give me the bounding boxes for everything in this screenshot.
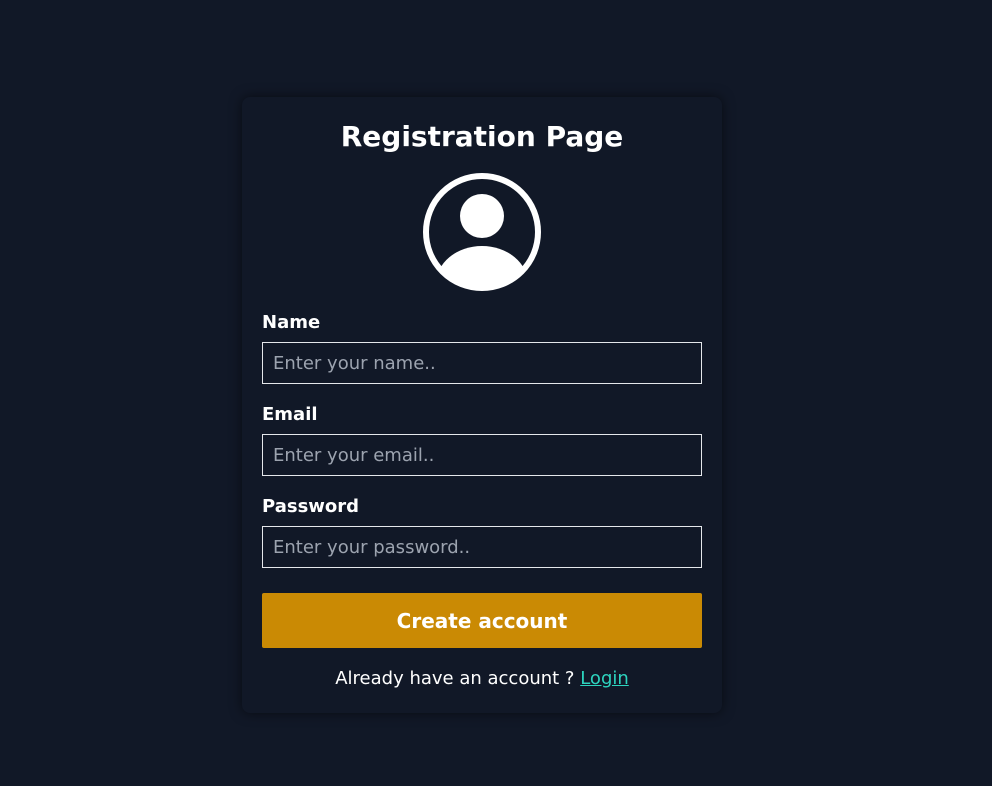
page-title: Registration Page xyxy=(340,120,624,153)
user-circle-icon xyxy=(423,173,541,291)
login-prompt: Already have an account ? Login xyxy=(242,667,722,691)
email-label: Email xyxy=(262,404,318,425)
name-label: Name xyxy=(262,312,321,333)
password-label: Password xyxy=(262,496,360,517)
registration-card: Registration Page Name Email Password Cr… xyxy=(242,97,722,713)
email-input[interactable] xyxy=(262,434,702,476)
password-input[interactable] xyxy=(262,526,702,568)
login-prompt-text: Already have an account ? xyxy=(335,668,575,689)
login-link[interactable]: Login xyxy=(580,668,629,689)
create-account-button[interactable]: Create account xyxy=(262,593,702,648)
name-input[interactable] xyxy=(262,342,702,384)
